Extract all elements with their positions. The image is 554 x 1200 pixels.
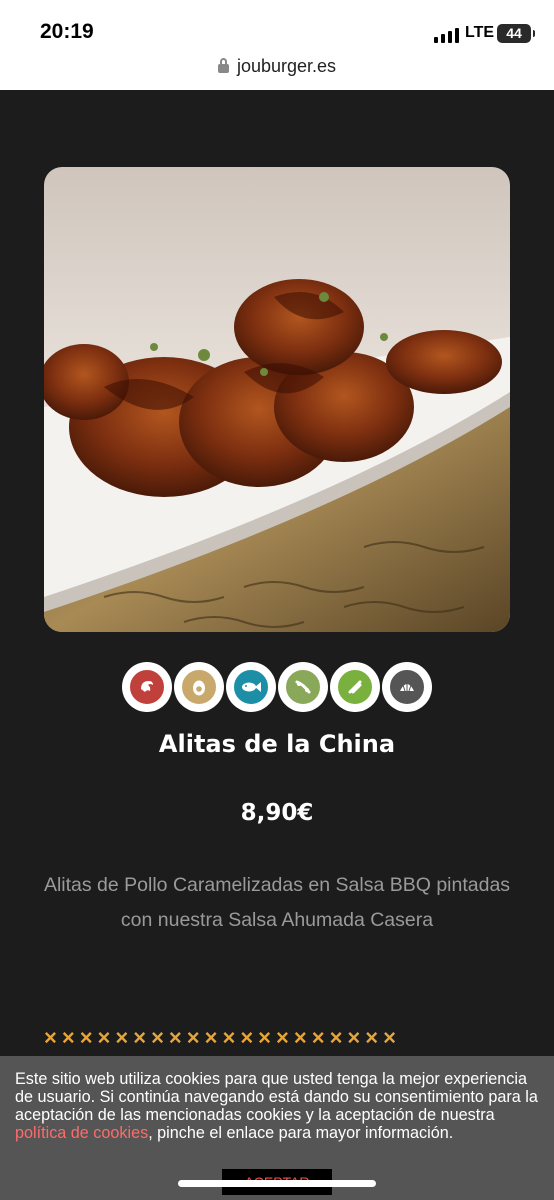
soy-icon: [278, 662, 328, 712]
cookie-banner: Este sitio web utiliza cookies para que …: [0, 1056, 554, 1200]
browser-status-bar: 20:19 LTE 44 jouburger.es: [0, 0, 554, 90]
cookie-text: Este sitio web utiliza cookies para que …: [15, 1070, 545, 1142]
cookie-text-after: , pinche el enlace para mayor informació…: [148, 1124, 454, 1142]
menu-item-page: Alitas de la China 8,90€ Alitas de Pollo…: [0, 90, 554, 1200]
dish-title: Alitas de la China: [158, 730, 396, 758]
cookie-policy-link[interactable]: política de cookies: [15, 1124, 148, 1142]
shellfish-icon: [122, 662, 172, 712]
clock: 20:19: [40, 20, 94, 43]
dish-photo: [44, 167, 510, 632]
home-indicator[interactable]: [178, 1180, 376, 1187]
address-bar[interactable]: jouburger.es: [0, 56, 554, 77]
allergen-icons: [122, 662, 434, 714]
signal-icon: [434, 27, 460, 43]
dish-price: 8,90€: [240, 800, 314, 826]
celery-icon: [330, 662, 380, 712]
fish-icon: [226, 662, 276, 712]
mollusc-icon: [382, 662, 432, 712]
lock-icon: [217, 58, 229, 73]
dish-description: Alitas de Pollo Caramelizadas en Salsa B…: [43, 874, 511, 931]
cookie-text-before: Este sitio web utiliza cookies para que …: [15, 1070, 538, 1124]
egg-icon: [174, 662, 224, 712]
decorative-divider: ××××××××××××××××××××: [44, 1025, 401, 1049]
url-text: jouburger.es: [236, 56, 337, 76]
battery-icon: 44: [497, 24, 535, 43]
network-type: LTE: [465, 24, 495, 41]
